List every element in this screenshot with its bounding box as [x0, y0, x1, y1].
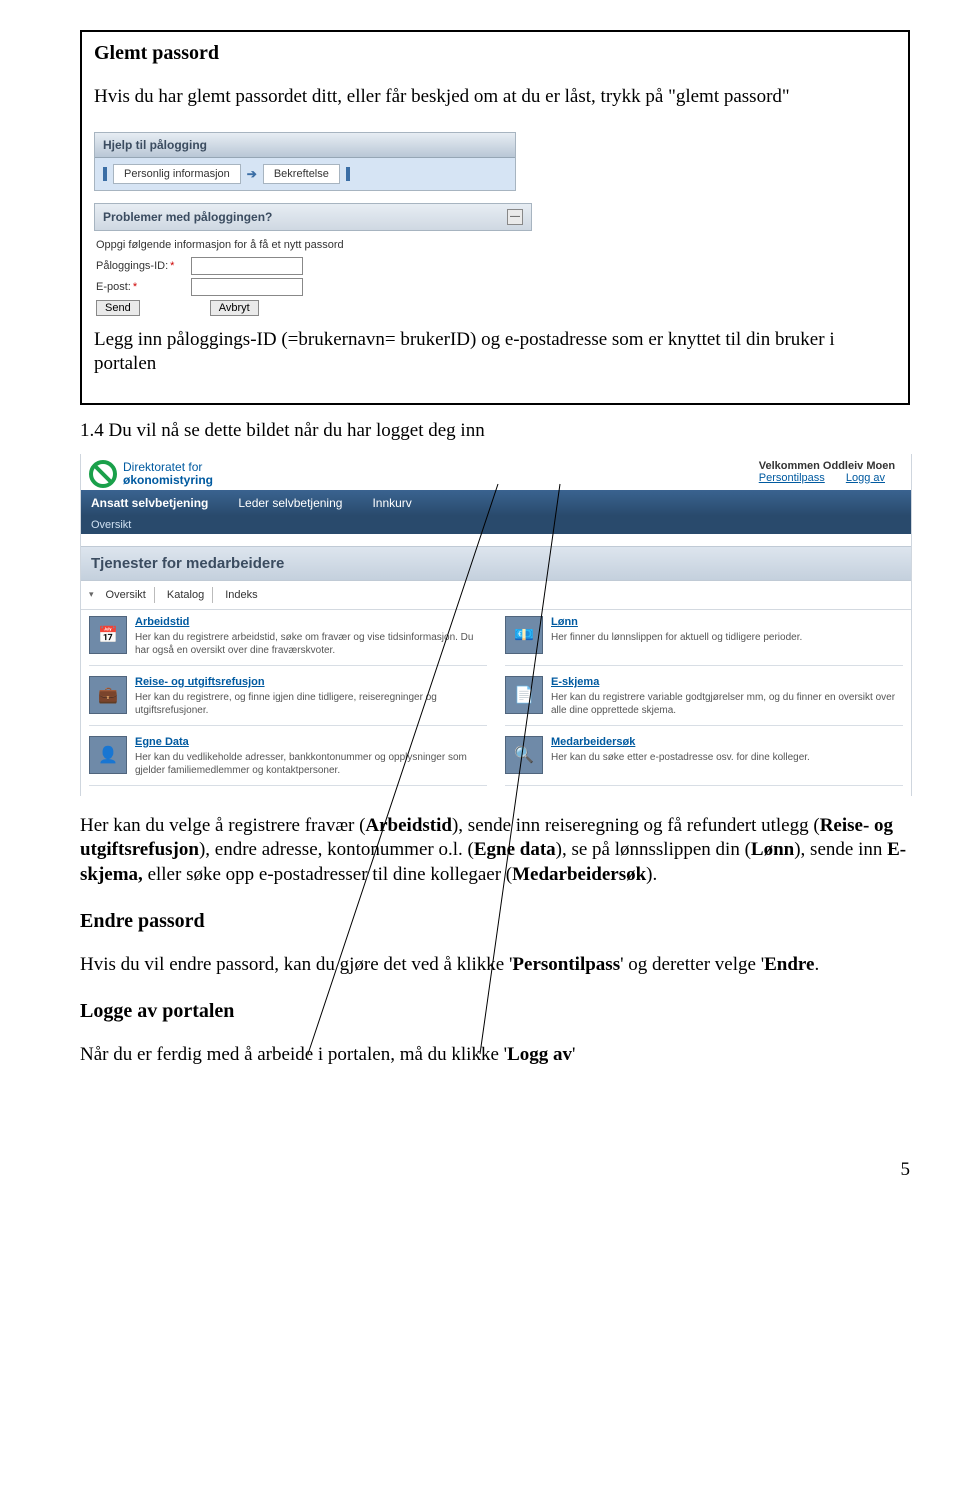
- login-id-label: Påloggings-ID:*: [96, 260, 191, 272]
- crumb-bekreftelse[interactable]: Bekreftelse: [263, 164, 340, 184]
- glemt-passord-heading: Glemt passord: [94, 42, 896, 65]
- money-icon: 💶: [505, 616, 543, 654]
- services-toolbar: ▾ Oversikt Katalog Indeks: [81, 581, 911, 610]
- reset-form: Oppgi følgende informasjon for å få et n…: [94, 231, 516, 316]
- calendar-icon: 📅: [89, 616, 127, 654]
- logo-icon: [89, 460, 117, 488]
- send-button[interactable]: Send: [96, 300, 140, 316]
- services-grid: 📅 Arbeidstid Her kan du registrere arbei…: [81, 610, 911, 796]
- chevron-right-icon: ➔: [247, 167, 257, 181]
- svc-arbeidstid-desc: Her kan du registrere arbeidstid, søke o…: [135, 631, 487, 657]
- logo-line1: Direktoratet for: [123, 460, 202, 474]
- glemt-passord-para2: Legg inn påloggings-ID (=brukernavn= bru…: [94, 328, 896, 377]
- svc-eskjema-desc: Her kan du registrere variable godtgjøre…: [551, 691, 903, 717]
- tab-katalog[interactable]: Katalog: [159, 587, 213, 603]
- svc-egnedata[interactable]: 👤 Egne Data Her kan du vedlikeholde adre…: [89, 736, 487, 786]
- svc-arbeidstid-title: Arbeidstid: [135, 616, 487, 628]
- svc-reise-desc: Her kan du registrere, og finne igjen di…: [135, 691, 487, 717]
- svc-arbeidstid[interactable]: 📅 Arbeidstid Her kan du registrere arbei…: [89, 616, 487, 666]
- briefcase-icon: 💼: [89, 676, 127, 714]
- main-navbar: Ansatt selvbetjening Leder selvbetjening…: [81, 490, 911, 516]
- svc-lonn-title: Lønn: [551, 616, 802, 628]
- crumb-bar-icon: [103, 167, 107, 181]
- welcome-block: Velkommen Oddleiv Moen Persontilpass Log…: [759, 460, 903, 484]
- svc-medarbeidersok-desc: Her kan du søke etter e-postadresse osv.…: [551, 751, 810, 764]
- svc-reise[interactable]: 💼 Reise- og utgiftsrefusjon Her kan du r…: [89, 676, 487, 726]
- form-icon: 📄: [505, 676, 543, 714]
- logg-av-link[interactable]: Logg av: [846, 472, 885, 484]
- welcome-text: Velkommen Oddleiv Moen: [759, 460, 895, 472]
- nav-leder[interactable]: Leder selvbetjening: [236, 490, 344, 516]
- svc-lonn[interactable]: 💶 Lønn Her finner du lønnslippen for akt…: [505, 616, 903, 666]
- endre-passord-para: Hvis du vil endre passord, kan du gjøre …: [80, 953, 910, 978]
- person-icon: 👤: [89, 736, 127, 774]
- triangle-icon[interactable]: ▾: [89, 589, 94, 600]
- collapse-icon[interactable]: —: [507, 209, 523, 225]
- svc-eskjema[interactable]: 📄 E-skjema Her kan du registrere variabl…: [505, 676, 903, 726]
- logo-line2: økonomistyring: [123, 473, 213, 487]
- persontilpass-link[interactable]: Persontilpass: [759, 472, 825, 484]
- epost-input[interactable]: [191, 278, 303, 296]
- glemt-passord-box: Glemt passord Hvis du har glemt passorde…: [80, 30, 910, 405]
- glemt-passord-para1: Hvis du har glemt passordet ditt, eller …: [94, 85, 896, 110]
- crumb-bar-icon: [346, 167, 350, 181]
- hjelp-title: Hjelp til pålogging: [95, 133, 515, 158]
- page-number: 5: [0, 1159, 910, 1181]
- svc-lonn-desc: Her finner du lønnslippen for aktuell og…: [551, 631, 802, 644]
- nav-ansatt[interactable]: Ansatt selvbetjening: [89, 490, 210, 516]
- problemer-title: Problemer med påloggingen?: [103, 210, 272, 224]
- svc-medarbeidersok-title: Medarbeidersøk: [551, 736, 810, 748]
- endre-passord-heading: Endre passord: [80, 910, 910, 933]
- svc-medarbeidersok[interactable]: 🔍 Medarbeidersøk Her kan du søke etter e…: [505, 736, 903, 786]
- crumb-bekreftelse-label: Bekreftelse: [274, 168, 329, 180]
- svc-egnedata-title: Egne Data: [135, 736, 487, 748]
- nav-innkurv[interactable]: Innkurv: [370, 490, 413, 516]
- hjelp-panel: Hjelp til pålogging Personlig informasjo…: [94, 132, 896, 191]
- epost-label: E-post:*: [96, 281, 191, 293]
- avbryt-button[interactable]: Avbryt: [210, 300, 259, 316]
- login-id-input[interactable]: [191, 257, 303, 275]
- crumb-personlig-label: Personlig informasjon: [124, 168, 230, 180]
- logge-av-para: Når du er ferdig med å arbeide i portale…: [80, 1043, 910, 1068]
- services-explain: Her kan du velge å registrere fravær (Ar…: [80, 814, 910, 888]
- tab-indeks[interactable]: Indeks: [217, 587, 265, 603]
- heading-1-4: 1.4 Du vil nå se dette bildet når du har…: [80, 419, 910, 444]
- services-title: Tjenester for medarbeidere: [81, 546, 911, 581]
- svc-reise-title: Reise- og utgiftsrefusjon: [135, 676, 487, 688]
- tab-oversikt[interactable]: Oversikt: [98, 587, 155, 603]
- app-window: Direktoratet for økonomistyring Velkomme…: [80, 454, 912, 796]
- app-screenshot-wrap: Direktoratet for økonomistyring Velkomme…: [80, 454, 910, 796]
- app-logo: Direktoratet for økonomistyring: [89, 460, 213, 488]
- svc-eskjema-title: E-skjema: [551, 676, 903, 688]
- search-person-icon: 🔍: [505, 736, 543, 774]
- crumb-personlig[interactable]: Personlig informasjon: [113, 164, 241, 184]
- logge-av-heading: Logge av portalen: [80, 1000, 910, 1023]
- problemer-panel: Problemer med påloggingen? — Oppgi følge…: [94, 203, 896, 316]
- crumb-row: Personlig informasjon ➔ Bekreftelse: [95, 158, 515, 190]
- form-caption: Oppgi følgende informasjon for å få et n…: [96, 239, 516, 251]
- subnav-oversikt[interactable]: Oversikt: [81, 516, 911, 534]
- svc-egnedata-desc: Her kan du vedlikeholde adresser, bankko…: [135, 751, 487, 777]
